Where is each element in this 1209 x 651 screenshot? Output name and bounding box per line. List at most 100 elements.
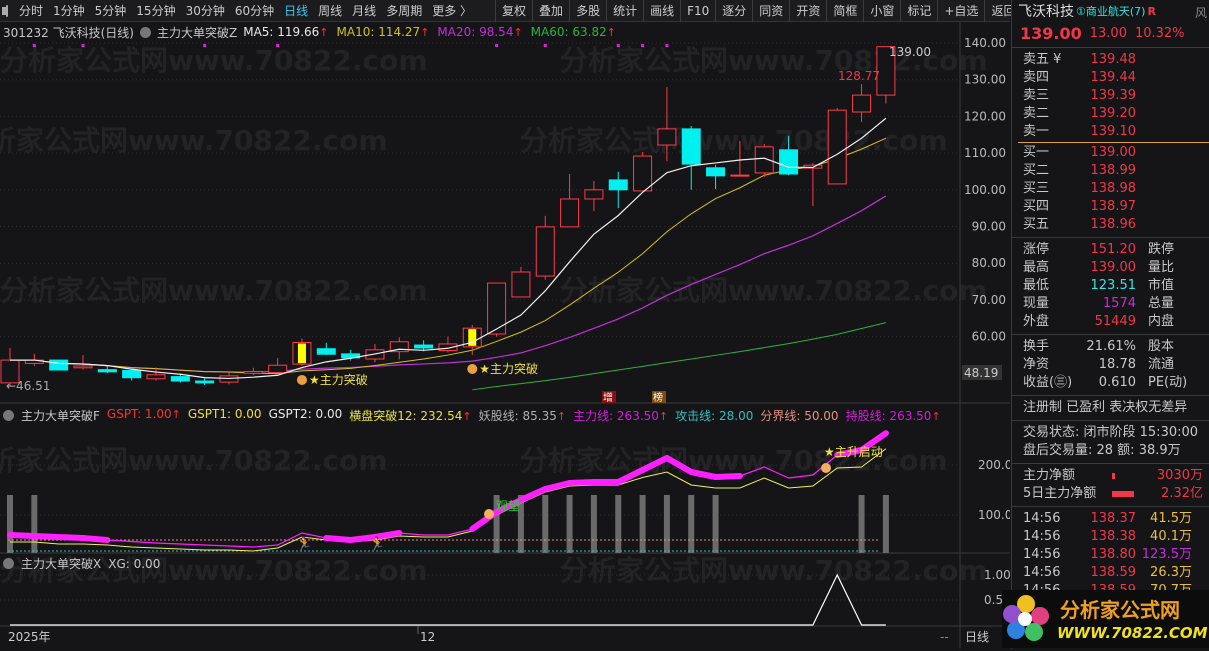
last-price: 139.00 (1020, 23, 1082, 43)
watermark: 分析家公式网www.70822.com (560, 274, 988, 307)
period-switch[interactable]: 日线 (965, 630, 989, 644)
watermark: 分析家公式网www.70822.com (520, 124, 948, 157)
candle-body[interactable] (608, 179, 628, 191)
tick-time: 14:56 (1023, 511, 1061, 526)
main-force-line (252, 544, 279, 548)
indicator-value: GSPT: 1.00 (106, 407, 172, 421)
candle-body[interactable] (122, 369, 142, 379)
volume-signal-bar (858, 495, 865, 553)
stat-label: 流通 (1148, 357, 1175, 372)
ask-price: 139.48 (1090, 52, 1137, 67)
runner-icon: 🏃 (296, 536, 312, 552)
quote-row: 14:56 138.80 123.5万 (1012, 546, 1209, 564)
quote-panel: 飞沃科技 ①商业航天(7) R 风 139.00 13.00 10.32% 卖五… (1011, 0, 1209, 649)
quote-row: 卖三 139.39 (1012, 87, 1209, 105)
candle-body[interactable] (511, 271, 531, 298)
volume-signal-bar (688, 495, 695, 553)
volume-signal-bar (542, 495, 549, 553)
candle-body[interactable] (560, 198, 580, 228)
main-force-line (542, 480, 573, 492)
kline-chart[interactable]: 分析家公式网www.70822.com 分析家公式网www.70822.com 分析… (0, 0, 1010, 649)
stats-block-2: 换手 21.61% 股本 净资 18.78 流通 收益(㊂) 0.610 PE(动) (1012, 338, 1209, 392)
candle-body[interactable] (414, 344, 434, 349)
stat-label: PE(动) (1148, 375, 1188, 390)
candle-body[interactable] (195, 380, 215, 384)
volume-signal-bar (882, 495, 889, 553)
ask-price: 139.10 (1090, 124, 1137, 139)
indicator-x-name[interactable]: 主力大单突破X (21, 555, 101, 572)
tick-volume: 123.5万 (1141, 547, 1192, 562)
candle-body[interactable] (170, 376, 190, 382)
stat-value: 21.61% (1086, 339, 1136, 354)
stat-label: 跌停 (1148, 242, 1175, 257)
sector-tag[interactable]: ①商业航天(7) (1076, 3, 1145, 19)
candle-body[interactable] (97, 369, 117, 373)
quote-row: 涨停 151.20 跌停 (1012, 241, 1209, 259)
signal-dot (641, 44, 645, 47)
stat-label: 净资 (1023, 357, 1050, 372)
volume-signal-bar (31, 495, 38, 553)
quote-row: 卖四 139.44 (1012, 69, 1209, 87)
candle-body[interactable] (584, 189, 604, 200)
signal-dot (81, 44, 85, 47)
ask-level: 卖三 (1023, 88, 1050, 103)
indicator-value: 攻击线: 28.00 (675, 409, 754, 423)
quote-row: 主力净额 3030万 (1012, 467, 1209, 485)
indicator-y-tick: 100.0 (978, 508, 1010, 522)
y-tick-label: 120.00 (964, 109, 1006, 123)
candle-body[interactable] (681, 128, 701, 165)
main-force-line (204, 544, 230, 547)
bid-level: 买五 (1023, 217, 1050, 232)
candle-body[interactable] (243, 370, 263, 374)
x-axis-scroll-button[interactable]: -- (940, 630, 949, 644)
candle-body[interactable] (268, 364, 288, 374)
stat-value: 151.20 (1090, 242, 1137, 257)
candle-body[interactable] (316, 348, 336, 355)
logo-url: WWW.70822.COM (1057, 624, 1208, 642)
quote-row: 换手 21.61% 股本 (1012, 338, 1209, 356)
candle-body[interactable] (146, 374, 166, 380)
indicator-f-name[interactable]: 主力大单突破F (21, 407, 100, 424)
candle-body[interactable] (633, 155, 653, 192)
quote-row: 卖一 139.10 (1012, 123, 1209, 141)
candle-body[interactable] (535, 226, 555, 277)
candle-body[interactable] (706, 167, 726, 177)
indicator-f-item: 持股线: 263.50↑ (846, 407, 941, 424)
volume-signal-bar (590, 495, 597, 553)
watermark: 分析家公式网www.70822.com (0, 274, 428, 307)
launch-signal: ★主升启动 (824, 445, 883, 459)
candle-body[interactable] (730, 174, 750, 177)
bid-level: 买三 (1023, 181, 1050, 196)
stat-label: 股本 (1148, 339, 1175, 354)
stat-label: 内盘 (1148, 314, 1175, 329)
candle-body[interactable] (73, 365, 93, 369)
bid-book: 买一 139.00 买二 138.99 买三 138.98 买四 138.97 买五 138.96 (1012, 144, 1209, 234)
side-tab[interactable]: 风 (1195, 4, 1207, 21)
stat-label: 现量 (1023, 296, 1050, 311)
breakout-label: ★主力突破 (309, 372, 368, 387)
candle-body[interactable] (657, 128, 677, 146)
low-price-label: ←46.51 (6, 379, 50, 393)
quote-row: 14:56 138.59 26.3万 (1012, 564, 1209, 582)
candle-body[interactable] (827, 109, 847, 185)
signal-dot (276, 44, 280, 47)
price-label: 128.77 (838, 69, 880, 83)
main-force-line (7, 532, 38, 539)
indicator-menu-icon[interactable] (3, 558, 14, 569)
candle-body[interactable] (852, 94, 872, 113)
stat-value: 1574 (1102, 296, 1136, 311)
watermark: 分析家公式网www.70822.com (520, 444, 948, 477)
stat-value: 0.610 (1098, 375, 1136, 390)
flow-label: 主力净额 (1023, 468, 1076, 483)
y-tick-label: 110.00 (964, 146, 1006, 160)
indicator-value: 分界线: 50.00 (760, 409, 839, 423)
tick-volume: 40.1万 (1150, 529, 1192, 544)
bid-price: 138.97 (1090, 199, 1137, 214)
indicator-menu-icon[interactable] (3, 410, 14, 421)
candle-body[interactable] (49, 359, 69, 371)
quote-row: 收益(㊂) 0.610 PE(动) (1012, 374, 1209, 392)
cursor-value: 48.19 (964, 366, 998, 380)
candle-body[interactable] (779, 149, 799, 175)
stat-label: 最高 (1023, 260, 1050, 275)
candle-body[interactable] (487, 282, 507, 335)
